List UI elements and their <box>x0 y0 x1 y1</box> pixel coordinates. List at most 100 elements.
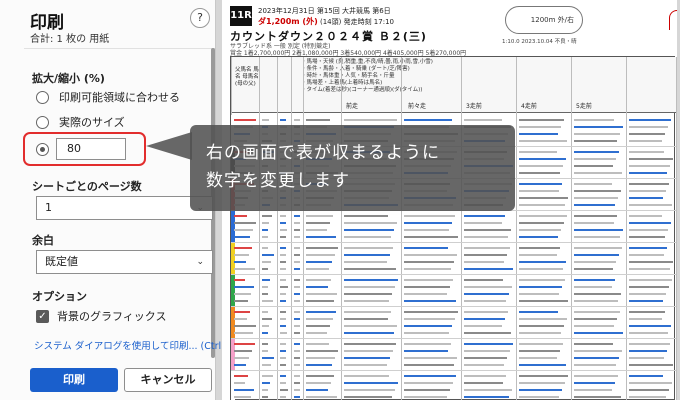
cell-text <box>629 364 673 366</box>
cell-text <box>306 357 335 359</box>
cell-text <box>262 311 268 313</box>
table-row <box>231 339 676 371</box>
course-record: 1:10.0 2023.10.04 不良・晴 <box>502 39 577 45</box>
cell-text <box>519 197 568 199</box>
cell-text <box>519 190 559 192</box>
cell-text <box>344 350 393 352</box>
sheet-count: 合計: 1 枚の 用紙 <box>30 34 110 45</box>
radio-icon[interactable] <box>36 90 49 104</box>
cell-text <box>519 151 557 153</box>
cell-text <box>464 247 510 249</box>
cell-text <box>519 350 560 352</box>
cell-text <box>306 350 338 352</box>
cell-text <box>306 268 329 270</box>
cell-text <box>404 332 449 334</box>
cell-text <box>344 375 389 377</box>
cell-text <box>344 286 395 288</box>
cell-text <box>294 382 300 384</box>
cell-text <box>629 343 670 345</box>
cell-text <box>262 325 269 327</box>
cancel-button[interactable]: キャンセル <box>124 368 212 392</box>
cell-text <box>629 357 664 359</box>
cell-text <box>574 133 620 135</box>
cell-text <box>519 215 567 217</box>
cell-text <box>344 311 391 313</box>
margins-select[interactable]: 既定値 ⌄ <box>36 250 213 274</box>
radio-icon[interactable] <box>36 115 49 129</box>
pages-per-sheet-select[interactable]: 1 ⌄ <box>36 196 213 220</box>
cell-text <box>519 119 564 121</box>
cell-text <box>464 382 503 384</box>
cell-text <box>262 343 268 345</box>
cell-text <box>629 318 662 320</box>
cell-text <box>404 382 453 384</box>
background-graphics-label: 背景のグラフィックス <box>57 310 167 323</box>
cell-text <box>404 357 457 359</box>
cell-text <box>262 247 268 249</box>
cell-text <box>234 300 248 302</box>
cell-text <box>404 325 452 327</box>
background-graphics-checkbox[interactable]: ✓ 背景のグラフィックス <box>36 308 166 324</box>
cell-text <box>464 236 508 238</box>
cell-text <box>294 311 300 313</box>
cell-text <box>404 268 451 270</box>
table-column-divider <box>676 57 677 400</box>
radio-actual-size[interactable]: 実際のサイズ <box>36 113 125 131</box>
cell-text <box>234 382 245 384</box>
cell-text <box>306 325 330 327</box>
cell-text <box>404 389 450 391</box>
cell-text <box>306 236 336 238</box>
cell-text <box>404 261 454 263</box>
help-icon[interactable]: ? <box>190 8 210 28</box>
cell-text <box>629 325 671 327</box>
cell-text <box>262 215 272 217</box>
cell-text <box>519 236 558 238</box>
cell-text <box>574 158 616 160</box>
col-prev5: 5走前 <box>576 103 592 110</box>
cell-text <box>629 396 666 398</box>
cell-text <box>306 300 334 302</box>
cell-text <box>464 286 512 288</box>
print-button[interactable]: 印刷 <box>30 368 118 392</box>
cell-text <box>306 261 332 263</box>
cell-text <box>519 343 563 345</box>
radio-fit-printable-label: 印刷可能領域に合わせる <box>59 91 180 104</box>
cell-text <box>294 119 300 121</box>
divider <box>24 48 215 49</box>
cell-text <box>280 389 288 391</box>
legend-note: ・時計・馬体重・人気・騎手名・斤量 <box>301 73 395 79</box>
cell-text <box>234 396 251 398</box>
cell-text <box>404 318 455 320</box>
cell-text <box>519 382 565 384</box>
cell-text <box>404 286 450 288</box>
checkbox-checked-icon[interactable]: ✓ <box>36 309 49 323</box>
radio-fit-printable[interactable]: 印刷可能領域に合わせる <box>36 88 180 106</box>
cell-text <box>280 247 286 249</box>
cell-text <box>306 286 328 288</box>
print-dialog: 印刷 合計: 1 枚の 用紙 ? 拡大/縮小 (%) 印刷可能領域に合わせる 実… <box>0 0 268 400</box>
cell-text <box>519 172 560 174</box>
callout-line-2: 数字を変更します <box>206 171 350 191</box>
cell-text <box>344 343 396 345</box>
cell-text <box>294 215 300 217</box>
cell-text <box>519 247 560 249</box>
cell-text <box>629 350 667 352</box>
cell-text <box>262 300 273 302</box>
cell-text <box>294 286 300 288</box>
cell-text <box>404 215 455 217</box>
cell-text <box>519 293 559 295</box>
table-row <box>231 211 676 243</box>
cell-text <box>344 357 390 359</box>
cell-text <box>519 286 562 288</box>
cell-text <box>574 318 617 320</box>
cell-text <box>629 183 669 185</box>
cell-text <box>280 236 286 238</box>
legend-note: ・条件・馬齢・入着・騎乗 (ダート/芝/障害) <box>301 66 410 72</box>
cell-text <box>629 293 666 295</box>
cell-text <box>306 396 337 398</box>
cell-text <box>344 279 398 281</box>
cell-text <box>404 247 448 249</box>
callout-pointer <box>146 132 192 160</box>
cell-text <box>404 396 447 398</box>
cell-text <box>464 293 509 295</box>
